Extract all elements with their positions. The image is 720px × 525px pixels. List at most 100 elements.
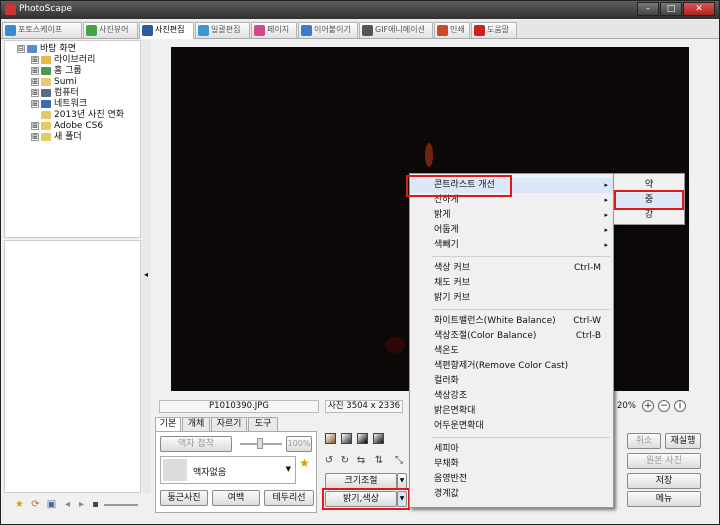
rounded-photo-button[interactable]: 둥근사진 [160,490,208,506]
dropdown-arrow-icon[interactable]: ▼ [286,465,291,473]
frame-slider-thumb[interactable] [257,438,263,449]
menu-item-brighten[interactable]: 밝게 ▸ [410,208,613,223]
menu-item-white-balance[interactable]: 화이트밸런스(White Balance) Ctrl-W [410,314,613,329]
tree-item-library[interactable]: ⊞ 라이브러리 [31,55,95,66]
menu-item-expand-shadows[interactable]: 어두운면확대 [410,419,613,434]
frame-select[interactable]: 액자없음 ▼ [160,456,296,484]
tree-item-desktop[interactable]: ⊟ 바탕 화면 [17,44,76,55]
save-button[interactable]: 저장 [627,473,701,489]
panel-splitter[interactable]: ◂ [142,40,151,493]
network-icon [41,99,51,108]
resize-button[interactable]: 크기조절 [325,473,397,489]
tab-gif[interactable]: GIF애니메이션 [359,22,433,38]
close-button[interactable]: ✕ [683,2,715,16]
tree-item-adobe-cs6[interactable]: ⊞ Adobe CS6 [31,121,103,132]
info-icon[interactable]: i [674,400,686,412]
back-icon[interactable]: ◂ [62,499,73,510]
thumbnail-panel[interactable] [4,240,141,493]
view-icon[interactable]: ▣ [46,499,57,510]
tab-batch[interactable]: 일괄편집 [195,22,250,38]
contrast-submenu: 약 중 강 [613,173,685,225]
tab-basic[interactable]: 기본 [155,417,181,432]
menu-item-grayscale[interactable]: 무채화 [410,457,613,472]
brightness-color-menu: 콘트라스트 개선 ▸ 진하게 ▸ 밝게 ▸ 어둡게 ▸ 색빼기 ▸ 색상 커브 Ctrl-M… [406,173,614,508]
zoom-out-icon[interactable]: − [658,400,670,412]
expand-icon[interactable]: ⊞ [31,88,39,97]
redo-button[interactable]: 재실행 [665,433,701,449]
expand-icon[interactable]: ⊞ [31,121,39,130]
tab-help[interactable]: 도움말 [471,22,517,38]
resize-dropdown-icon[interactable]: ▼ [397,473,407,489]
rotate-left-icon[interactable]: ↺ [323,455,335,467]
frame-percent: 100% [286,436,312,452]
original-photo-button[interactable]: 원본 사진 [627,453,701,469]
thumbnail-size-slider[interactable] [104,504,138,506]
rotate-right-icon[interactable]: ↻ [339,455,351,467]
resize-fit-icon[interactable]: ⤡ [393,455,405,467]
expand-icon[interactable]: ⊞ [31,55,39,64]
thumbnail-size-icon: ▪ [92,499,99,510]
menu-item-threshold[interactable]: 경계값 [410,487,613,502]
frame-attach-button[interactable]: 액자 접착 [160,436,232,452]
expand-icon[interactable]: ⊞ [31,132,39,141]
menu-separator [432,437,610,438]
expand-icon[interactable]: ⊞ [31,99,39,108]
margin-button[interactable]: 여백 [212,490,260,506]
tree-item-homegroup[interactable]: ⊞ 홈 그룹 [31,66,82,77]
tree-item-2013-photos[interactable]: 2013년 사진 연화 [41,110,124,121]
border-button[interactable]: 테두리선 [264,490,314,506]
cancel-button[interactable]: 취소 [627,433,661,449]
tab-crop[interactable]: 자르기 [211,417,247,432]
flip-vertical-icon[interactable]: ⇅ [373,455,385,467]
flip-horizontal-icon[interactable]: ⇆ [355,455,367,467]
menu-item-sepia[interactable]: 세피아 [410,442,613,457]
tree-item-new-folder[interactable]: ⊞ 새 폴더 [31,132,82,143]
menu-button[interactable]: 메뉴 [627,491,701,507]
tab-viewer[interactable]: 사진뷰어 [83,22,138,38]
star-icon[interactable]: ★ [14,499,25,510]
filter-icon[interactable] [373,433,384,444]
menu-item-colorize[interactable]: 컬러화 [410,374,613,389]
zoom-in-icon[interactable]: + [642,400,654,412]
tab-photoscape[interactable]: 포토스케이프 [2,22,82,38]
computer-icon [41,88,51,97]
menu-item-color-curve[interactable]: 색상 커브 Ctrl-M [410,261,613,276]
menu-item-expand-highlights[interactable]: 밝은면확대 [410,404,613,419]
expand-icon[interactable]: ⊞ [31,77,39,86]
menu-item-brightness-curve[interactable]: 밝기 커브 [410,291,613,306]
forward-icon[interactable]: ▸ [76,499,87,510]
menu-item-desaturate[interactable]: 색빼기 ▸ [410,238,613,253]
menu-item-color-temperature[interactable]: 색온도 [410,344,613,359]
tab-tools[interactable]: 도구 [248,417,278,432]
submenu-arrow-icon: ▸ [604,181,608,189]
tree-item-sumi[interactable]: ⊞ Sumi [31,77,77,88]
rotate-icon[interactable]: ⟳ [30,499,41,510]
maximize-button[interactable]: □ [660,2,682,16]
print-icon [437,25,448,36]
favorite-star-icon[interactable]: ★ [299,456,310,470]
tab-print[interactable]: 인쇄 [434,22,470,38]
minimize-button[interactable]: – [637,2,659,16]
tree-item-network[interactable]: ⊞ 네트워크 [31,99,87,110]
submenu-item-strong[interactable]: 강 [614,208,684,223]
menu-item-darken[interactable]: 어둡게 ▸ [410,223,613,238]
menu-item-color-balance[interactable]: 색상조절(Color Balance) Ctrl-B [410,329,613,344]
auto-level-icon[interactable] [325,433,336,444]
help-icon [474,25,485,36]
sharpen-icon[interactable] [357,433,368,444]
tab-editor[interactable]: 사진편집 [139,22,194,39]
collapse-arrow-icon[interactable]: ◂ [144,270,148,279]
menu-item-remove-color-cast[interactable]: 색편향제거(Remove Color Cast) [410,359,613,374]
main-tabbar: 포토스케이프 사진뷰어 사진편집 일괄편집 페이지 이어붙이기 GIF애니메이션… [1,20,719,39]
expand-icon[interactable]: ⊞ [31,66,39,75]
auto-contrast-icon[interactable] [341,433,352,444]
tab-object[interactable]: 개체 [182,417,210,432]
tab-combine[interactable]: 이어붙이기 [298,22,358,38]
title-bar: PhotoScape – □ ✕ [1,1,719,19]
menu-item-saturation-curve[interactable]: 채도 커브 [410,276,613,291]
menu-item-color-emphasis[interactable]: 색상강조 [410,389,613,404]
menu-item-invert[interactable]: 음영반전 [410,472,613,487]
tab-page[interactable]: 페이지 [251,22,297,38]
tree-item-computer[interactable]: ⊞ 컴퓨터 [31,88,79,99]
collapse-icon[interactable]: ⊟ [17,44,25,53]
